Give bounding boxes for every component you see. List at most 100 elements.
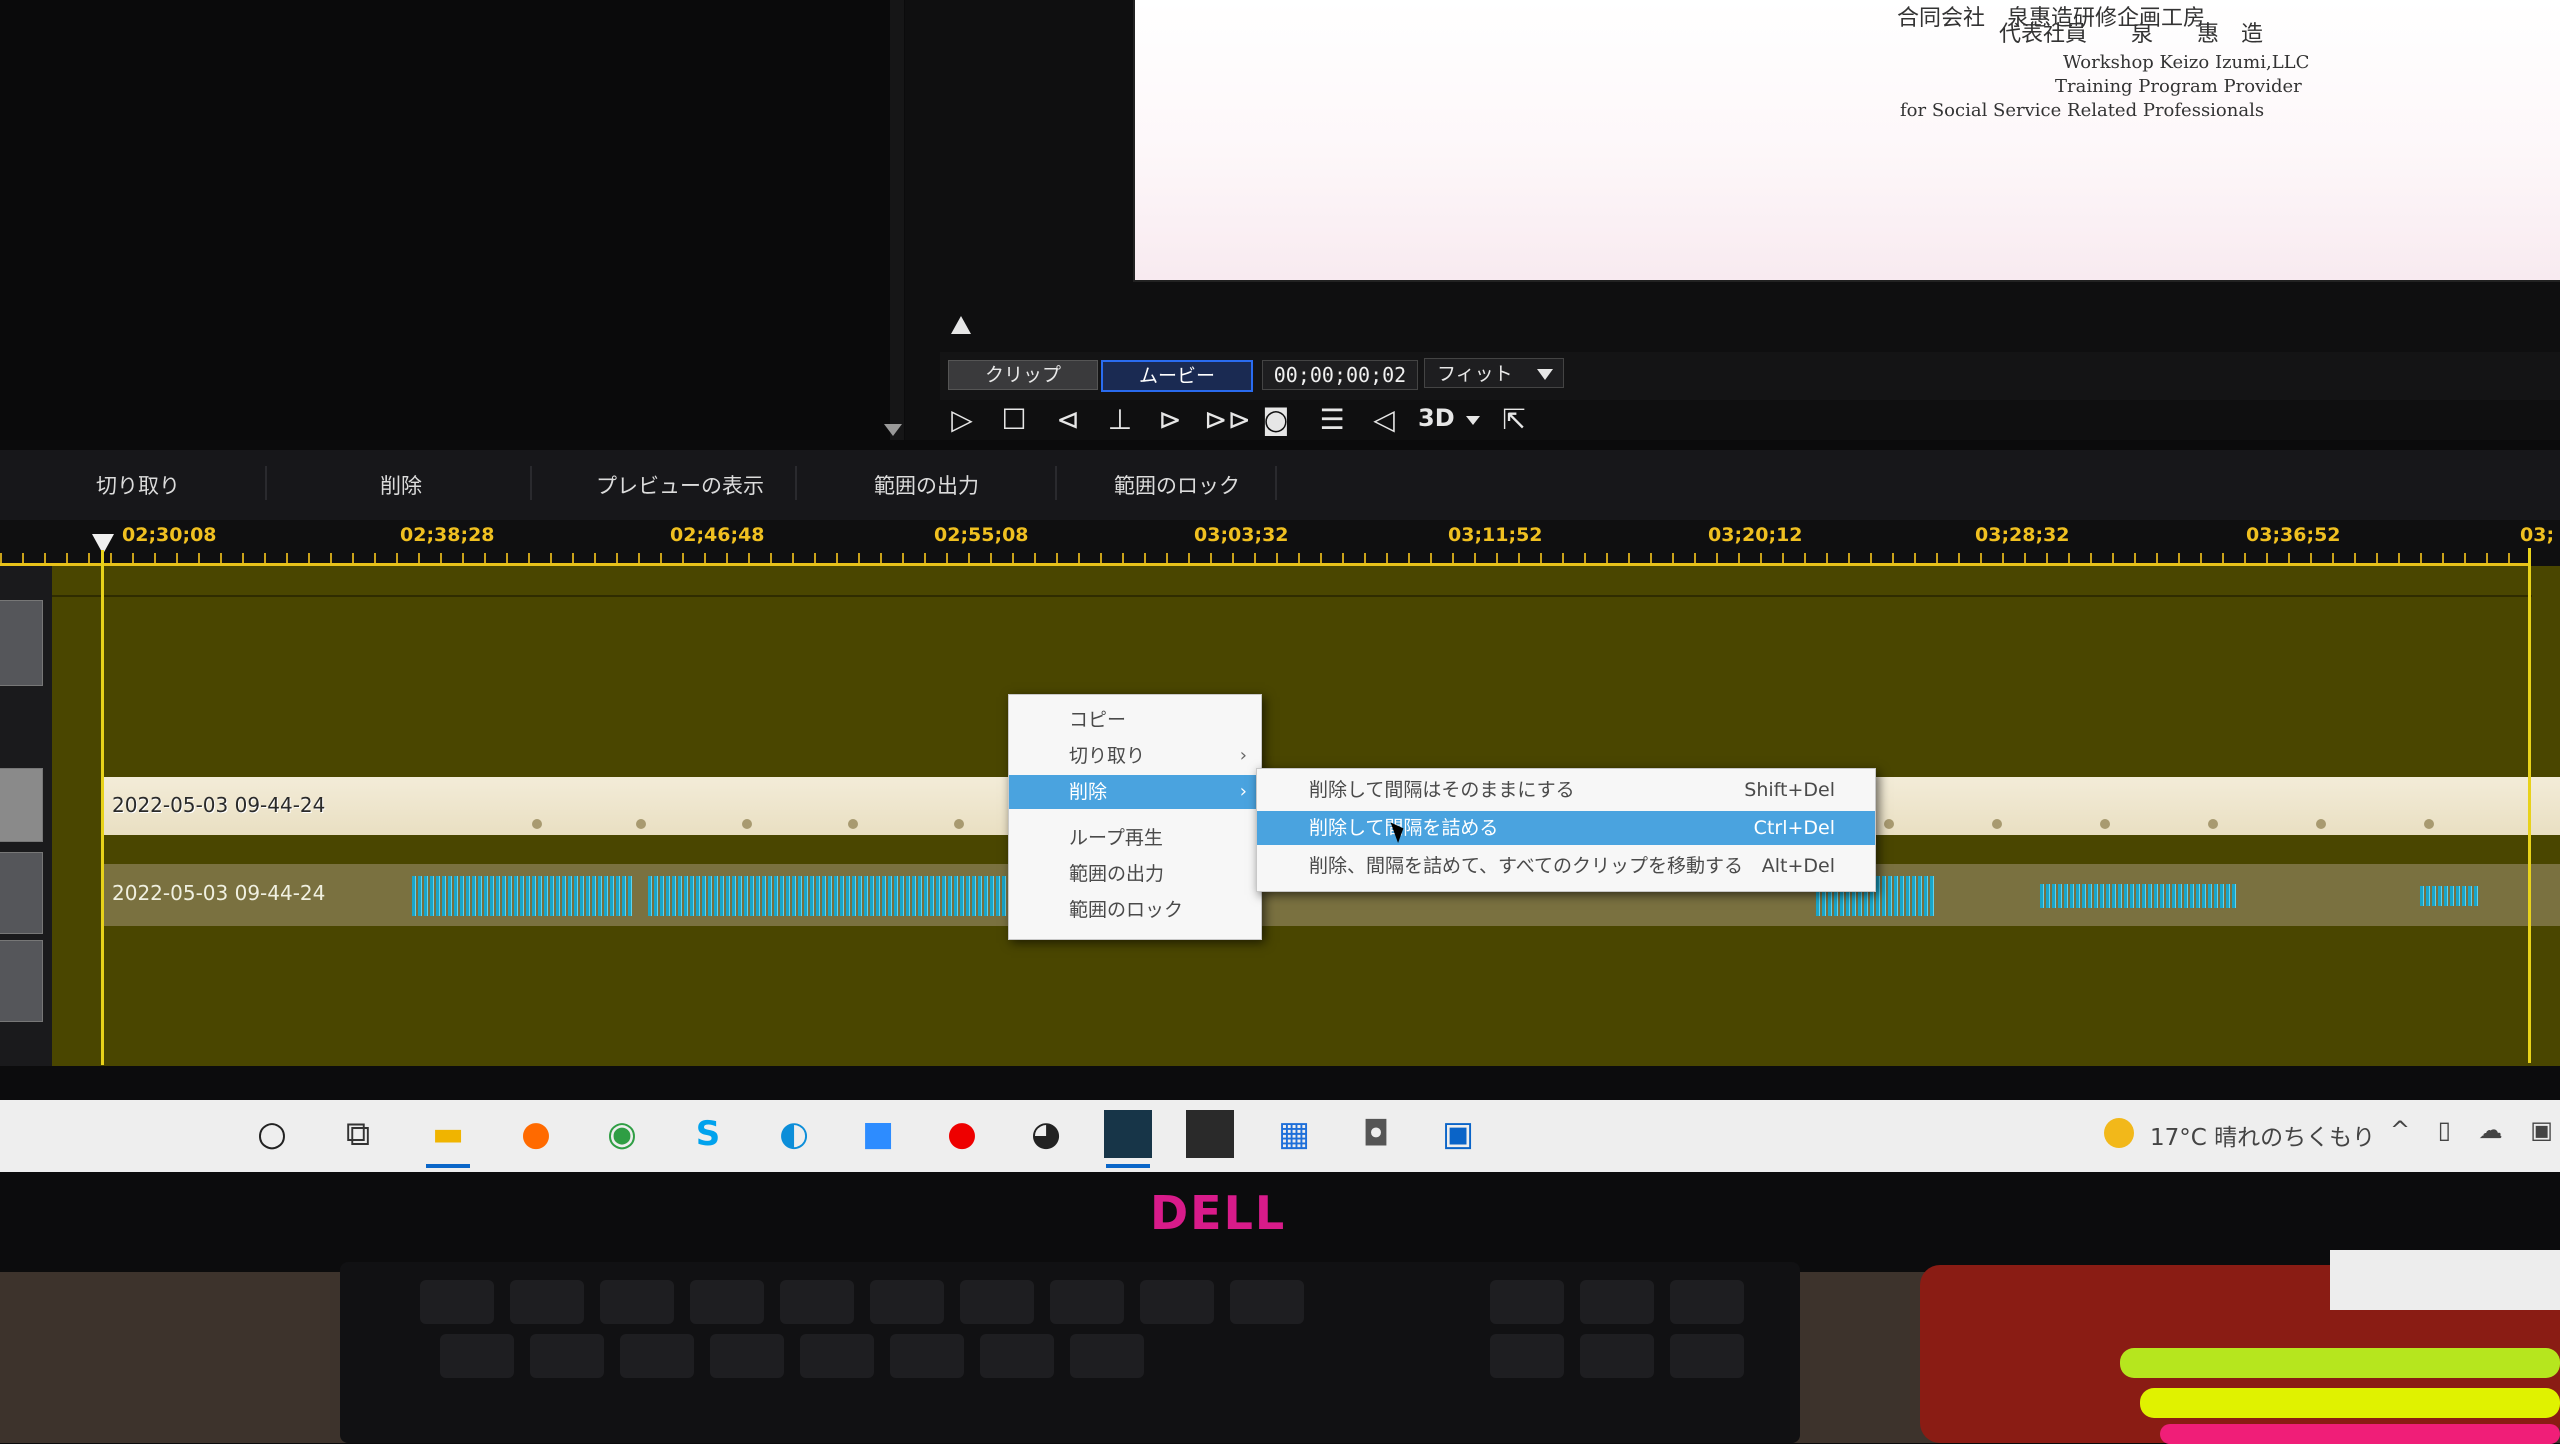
keyboard-key: [800, 1334, 874, 1378]
submenu-item-delete-close-gap[interactable]: 削除して間隔を詰める Ctrl+Del: [1257, 811, 1875, 845]
menu-item-cut[interactable]: 切り取り ›: [1009, 739, 1261, 773]
record-icon[interactable]: ●: [938, 1110, 986, 1158]
play-icon[interactable]: ▷: [944, 402, 980, 438]
keyframe-dot: [848, 819, 858, 829]
3d-mode-button[interactable]: 3D: [1418, 404, 1455, 432]
lock-range-button[interactable]: 範囲のロック: [1114, 470, 1240, 500]
menu-item-lock-range[interactable]: 範囲のロック: [1009, 893, 1261, 927]
toolbar-divider: [1055, 466, 1057, 500]
weather-icon[interactable]: [2104, 1118, 2134, 1148]
split-icon[interactable]: ⊥: [1102, 402, 1138, 438]
popout-icon[interactable]: ⇱: [1496, 402, 1532, 438]
track-head-fx[interactable]: [0, 600, 43, 686]
submenu-item-delete-keep-gap[interactable]: 削除して間隔はそのままにする Shift+Del: [1257, 773, 1875, 807]
scroll-down-arrow-icon[interactable]: [884, 424, 902, 436]
zoom-fit-label: フィット: [1437, 363, 1513, 385]
timeline-end-marker: [2528, 548, 2531, 1063]
export-range-button[interactable]: 範囲の出力: [874, 470, 979, 500]
menu-item-export-range[interactable]: 範囲の出力: [1009, 857, 1261, 891]
obs-icon[interactable]: ◕: [1022, 1110, 1070, 1158]
task-view-icon[interactable]: ⧉: [334, 1110, 382, 1158]
track-head-video[interactable]: [0, 768, 43, 842]
track-head-audio[interactable]: [0, 852, 43, 934]
chrome-icon[interactable]: ◉: [598, 1110, 646, 1158]
keyboard-key: [620, 1334, 694, 1378]
outlook-icon[interactable]: ▣: [1434, 1110, 1482, 1158]
keyboard-key: [710, 1334, 784, 1378]
menu-item-loop-play[interactable]: ループ再生: [1009, 821, 1261, 855]
keyboard-key: [1670, 1280, 1744, 1324]
keyboard-key: [780, 1280, 854, 1324]
chevron-down-icon: [1537, 369, 1553, 380]
keyboard-key: [870, 1280, 944, 1324]
menu-item-copy[interactable]: コピー: [1009, 703, 1261, 737]
menu-item-label: 範囲の出力: [1069, 863, 1165, 885]
cortana-icon[interactable]: ○: [248, 1110, 296, 1158]
chevron-right-icon: ›: [1239, 745, 1247, 766]
skype-icon[interactable]: S: [684, 1110, 732, 1158]
keyboard-key: [440, 1334, 514, 1378]
zoom-fit-select[interactable]: フィット: [1424, 358, 1564, 388]
keyboard-key: [1670, 1334, 1744, 1378]
zoom-icon[interactable]: ■: [854, 1110, 902, 1158]
ruler-tick-label: 02;38;28: [400, 524, 495, 546]
taskbar-active-indicator: [426, 1164, 470, 1168]
keyboard-key: [600, 1280, 674, 1324]
ruler-tick-label: 03;20;12: [1708, 524, 1803, 546]
volume-icon[interactable]: ◁: [1366, 402, 1402, 438]
stop-icon[interactable]: ☐: [996, 402, 1032, 438]
movie-mode-tab[interactable]: ムービー: [1101, 360, 1253, 392]
subtitle-icon[interactable]: ☰: [1314, 402, 1350, 438]
ruler-tick-label: 03;03;32: [1194, 524, 1289, 546]
track-head-music[interactable]: [0, 940, 43, 1022]
toolbar-divider: [530, 466, 532, 500]
app-icon[interactable]: [1186, 1110, 1234, 1158]
weather-text[interactable]: 17°C 晴れのちくもり: [2150, 1118, 2375, 1152]
ruler-tick-label: 02;30;08: [122, 524, 217, 546]
edge-icon[interactable]: ◐: [770, 1110, 818, 1158]
chevron-right-icon: ›: [1239, 781, 1247, 802]
track-divider: [52, 595, 2532, 597]
system-tray[interactable]: ^ ▯ ☁ ▣: [2390, 1116, 2560, 1144]
toolbar-divider: [1275, 466, 1277, 500]
panel-divider[interactable]: [890, 0, 904, 440]
camera-icon[interactable]: ◘: [1352, 1110, 1400, 1158]
keyboard-key: [980, 1334, 1054, 1378]
keyboard-key: [1580, 1334, 1654, 1378]
firefox-icon[interactable]: ●: [512, 1110, 560, 1158]
chevron-down-icon[interactable]: [1466, 416, 1480, 425]
cut-button[interactable]: 切り取り: [96, 470, 180, 500]
next-frame-icon[interactable]: ⊳: [1152, 402, 1188, 438]
audio-clip-label: 2022-05-03 09-44-24: [112, 881, 326, 905]
clip-mode-tab[interactable]: クリップ: [948, 360, 1098, 390]
highlighter-marker: [2160, 1424, 2560, 1444]
snapshot-icon[interactable]: ◙: [1258, 402, 1294, 438]
keyboard-key: [420, 1280, 494, 1324]
audio-waveform: [412, 876, 632, 916]
video-clip-label: 2022-05-03 09-44-24: [112, 793, 326, 817]
keyboard-key: [1070, 1334, 1144, 1378]
ruler-tick-label: 02;46;48: [670, 524, 765, 546]
fast-forward-icon[interactable]: ⊳⊳: [1204, 402, 1251, 438]
submenu-shortcut: Alt+Del: [1761, 855, 1835, 877]
menu-item-delete[interactable]: 削除 ›: [1009, 775, 1261, 809]
preview-frame: 合同会社 泉惠造研修企画工房 代表社員 泉 惠 造 Workshop Keizo…: [1135, 0, 2560, 280]
submenu-item-label: 削除して間隔はそのままにする: [1309, 779, 1575, 801]
preview-scrub-marker[interactable]: [951, 316, 971, 334]
keyframe-dot: [742, 819, 752, 829]
keyboard-key: [1140, 1280, 1214, 1324]
timecode-display[interactable]: 00;00;00;02: [1262, 360, 1418, 390]
context-menu: コピー 切り取り › 削除 › ループ再生 範囲の出力 範囲のロック: [1008, 694, 1262, 940]
keyboard-key: [960, 1280, 1034, 1324]
dell-logo: DELL: [1150, 1186, 1287, 1240]
prev-frame-icon[interactable]: ⊲: [1050, 402, 1086, 438]
toolbar-divider: [795, 466, 797, 500]
ruler-tick-label: 03;36;52: [2246, 524, 2341, 546]
keyframe-dot: [1884, 819, 1894, 829]
submenu-item-delete-move-all[interactable]: 削除、間隔を詰めて、すべてのクリップを移動する Alt+Del: [1257, 849, 1875, 883]
file-explorer-icon[interactable]: ▬: [424, 1110, 472, 1158]
preview-button[interactable]: プレビューの表示: [596, 470, 764, 500]
video-editor-icon[interactable]: ▦: [1270, 1110, 1318, 1158]
powerdirector-icon[interactable]: [1104, 1110, 1152, 1158]
delete-button[interactable]: 削除: [380, 470, 422, 500]
